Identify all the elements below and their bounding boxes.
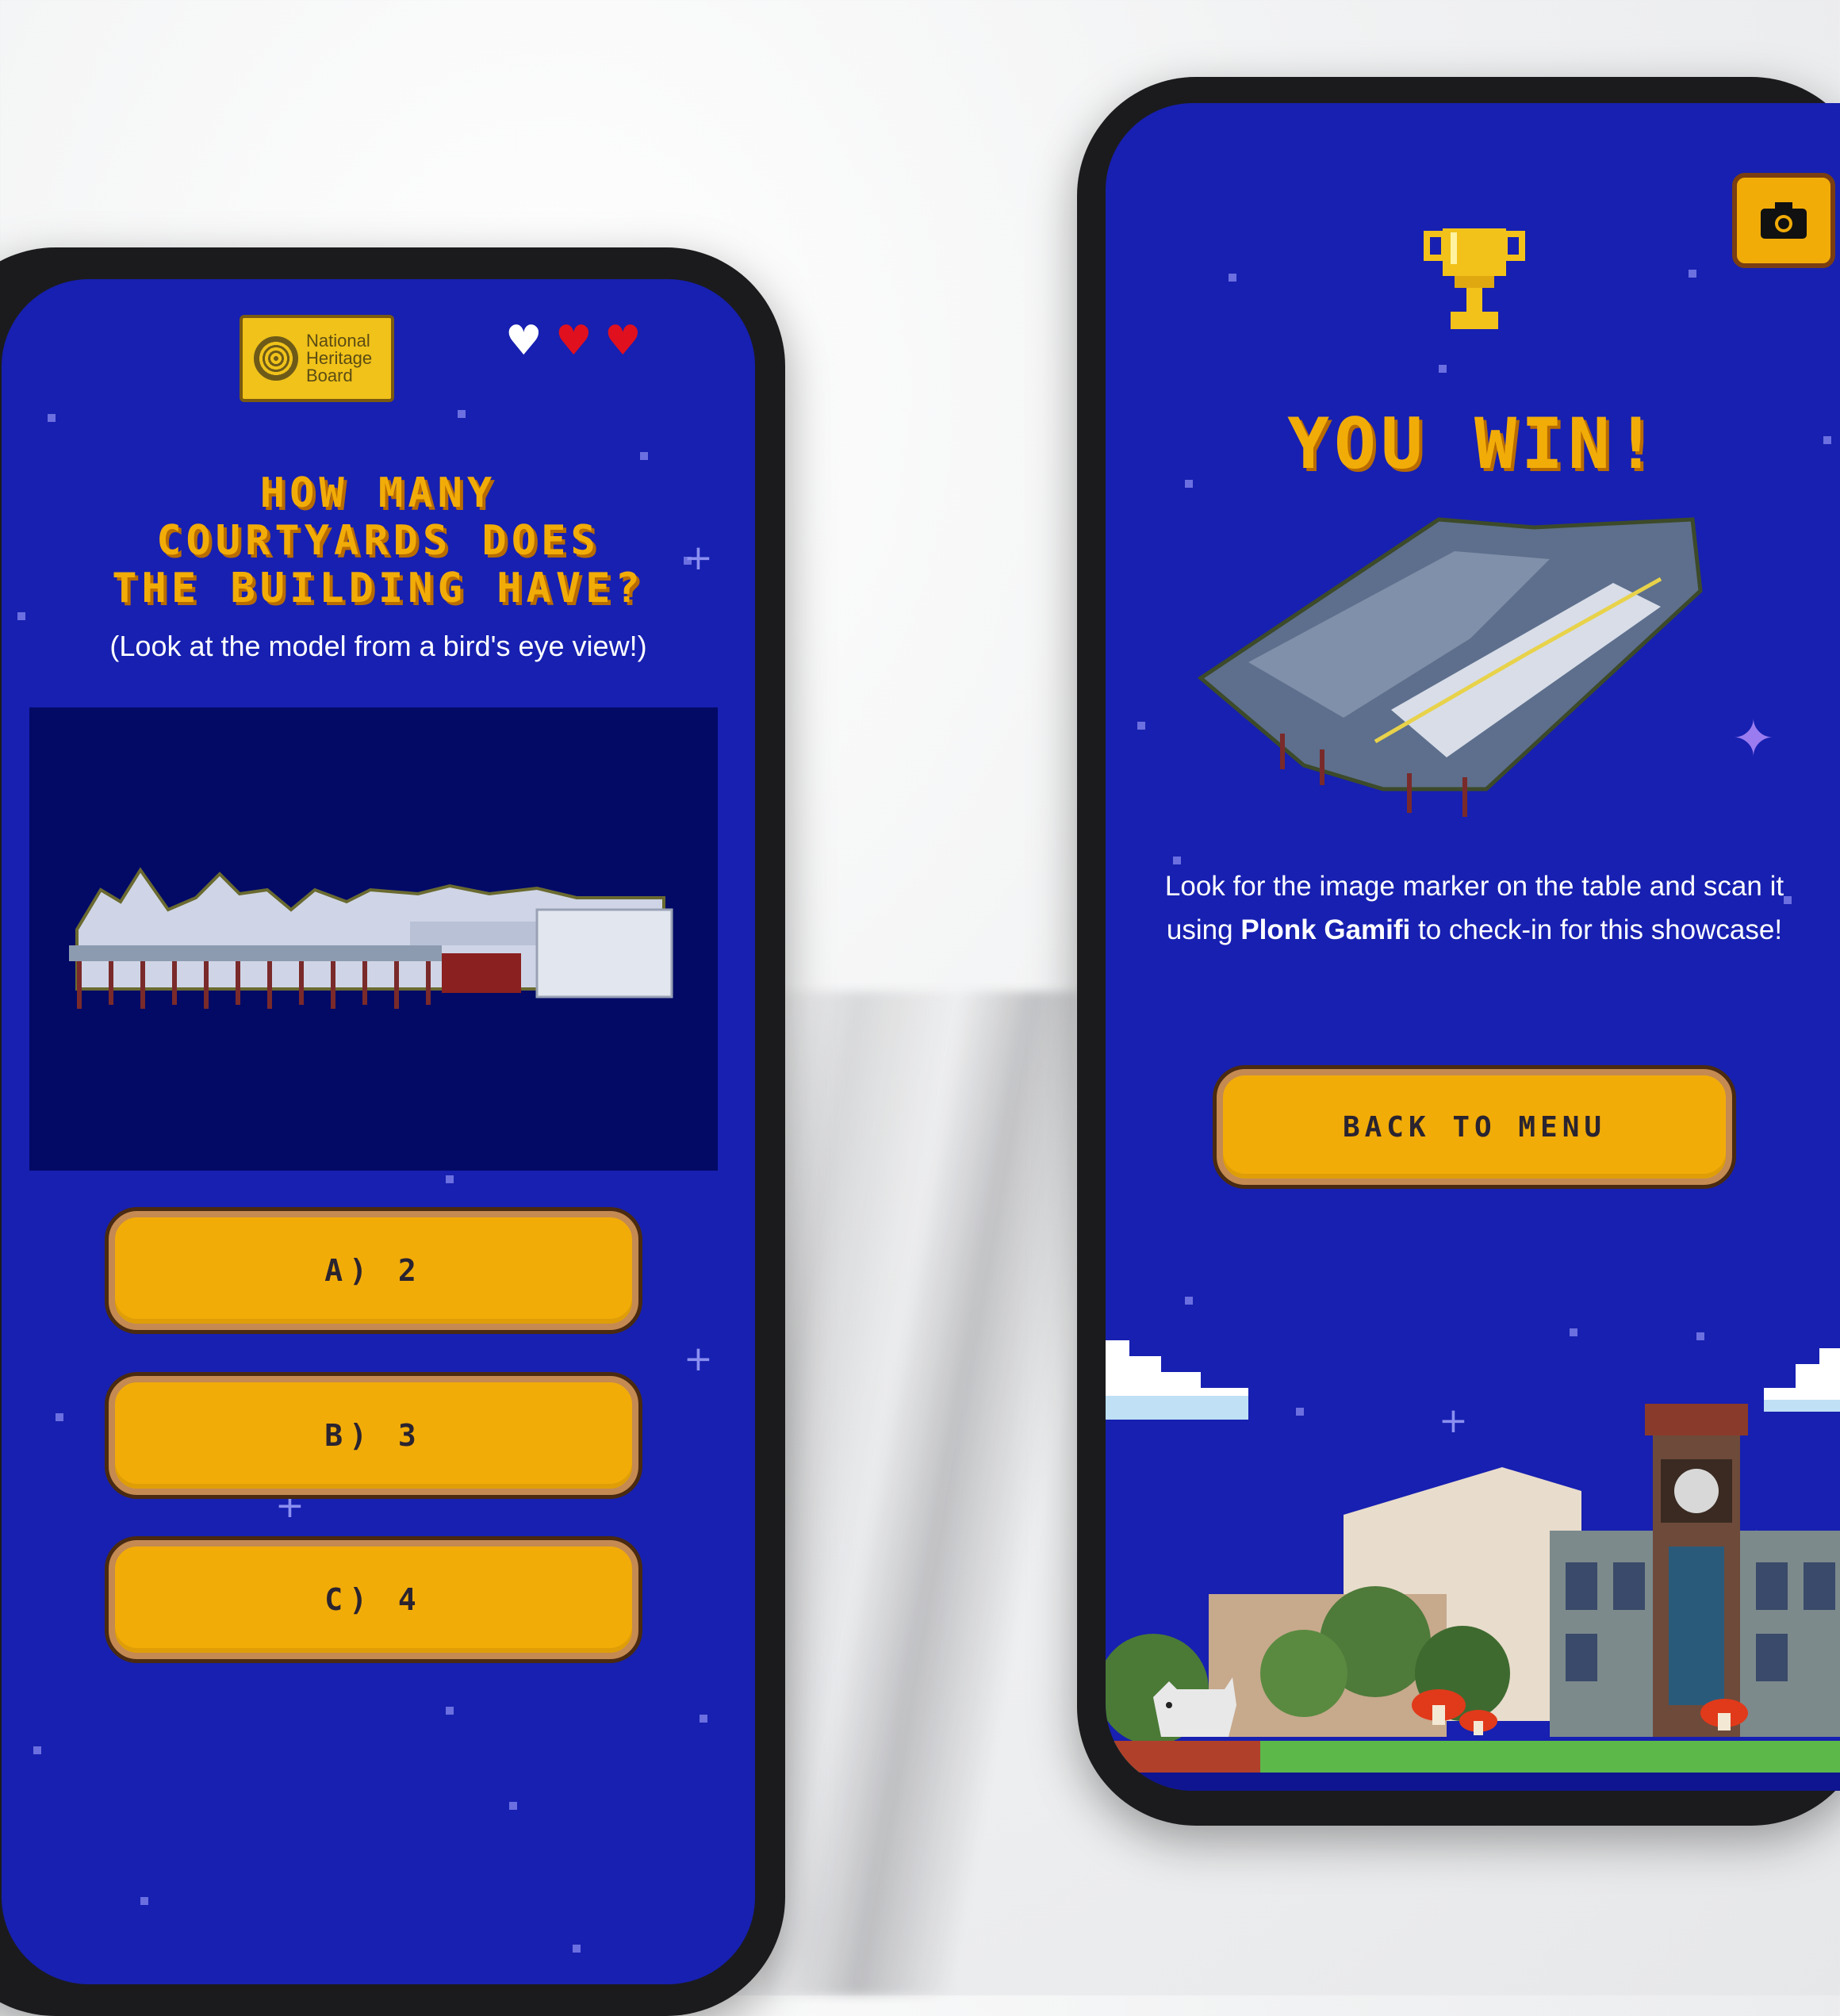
answer-b-button[interactable]: B) 3 xyxy=(109,1376,638,1495)
star xyxy=(17,612,25,620)
building-model-image xyxy=(69,867,673,1009)
phone-win: ✦ + ✦ YOU WIN! xyxy=(1077,77,1840,1826)
scenery-footer xyxy=(1106,1340,1840,1791)
nhb-logo-mark xyxy=(254,336,298,381)
star xyxy=(1570,1328,1577,1336)
star xyxy=(140,1897,148,1905)
star xyxy=(458,410,466,418)
star xyxy=(1137,722,1145,730)
star xyxy=(1696,1332,1704,1340)
star xyxy=(446,1175,454,1183)
win-screen: ✦ + ✦ YOU WIN! xyxy=(1106,103,1840,1791)
marble-background xyxy=(761,991,1079,1995)
answer-a-button[interactable]: A) 2 xyxy=(109,1211,638,1330)
star xyxy=(1185,1297,1193,1305)
star xyxy=(573,1945,581,1953)
star xyxy=(1173,857,1181,864)
sparkle: + xyxy=(684,1339,713,1379)
star xyxy=(48,414,56,422)
heart-empty-icon: ♥ xyxy=(505,317,542,365)
win-message: Look for the image marker on the table a… xyxy=(1164,871,1784,945)
star xyxy=(1229,274,1236,282)
win-title: YOU WIN! xyxy=(1287,403,1662,485)
brand-name: Plonk Gamifi xyxy=(1240,914,1411,945)
star xyxy=(640,452,648,460)
camera-button[interactable] xyxy=(1732,173,1835,268)
star xyxy=(1439,365,1447,373)
nhb-logo-text: National Heritage Board xyxy=(306,331,373,385)
star xyxy=(33,1746,41,1754)
building-model-top-view xyxy=(1197,517,1703,817)
trophy-icon xyxy=(1424,228,1525,329)
phone-quiz: + + + National Heritage Board ♥ ♥ ♥ HOW … xyxy=(0,247,785,2016)
answer-c-button[interactable]: C) 4 xyxy=(109,1540,638,1659)
star xyxy=(700,1715,707,1723)
nhb-logo: National Heritage Board xyxy=(240,315,394,402)
heart-full-icon: ♥ xyxy=(555,317,592,365)
star xyxy=(1689,270,1696,278)
question-hint: (Look at the model from a bird's eye vie… xyxy=(109,630,647,662)
star xyxy=(446,1707,454,1715)
star xyxy=(509,1802,517,1810)
back-to-menu-button[interactable]: BACK TO MENU xyxy=(1217,1069,1732,1185)
star xyxy=(56,1413,63,1421)
building-model-view[interactable] xyxy=(29,707,718,1171)
quiz-screen: + + + National Heritage Board ♥ ♥ ♥ HOW … xyxy=(2,279,755,1984)
question-title: HOW MANY COURTYARDS DOES THE BUILDING HA… xyxy=(112,470,645,612)
camera-icon xyxy=(1761,202,1807,239)
heart-full-icon: ♥ xyxy=(604,317,642,365)
